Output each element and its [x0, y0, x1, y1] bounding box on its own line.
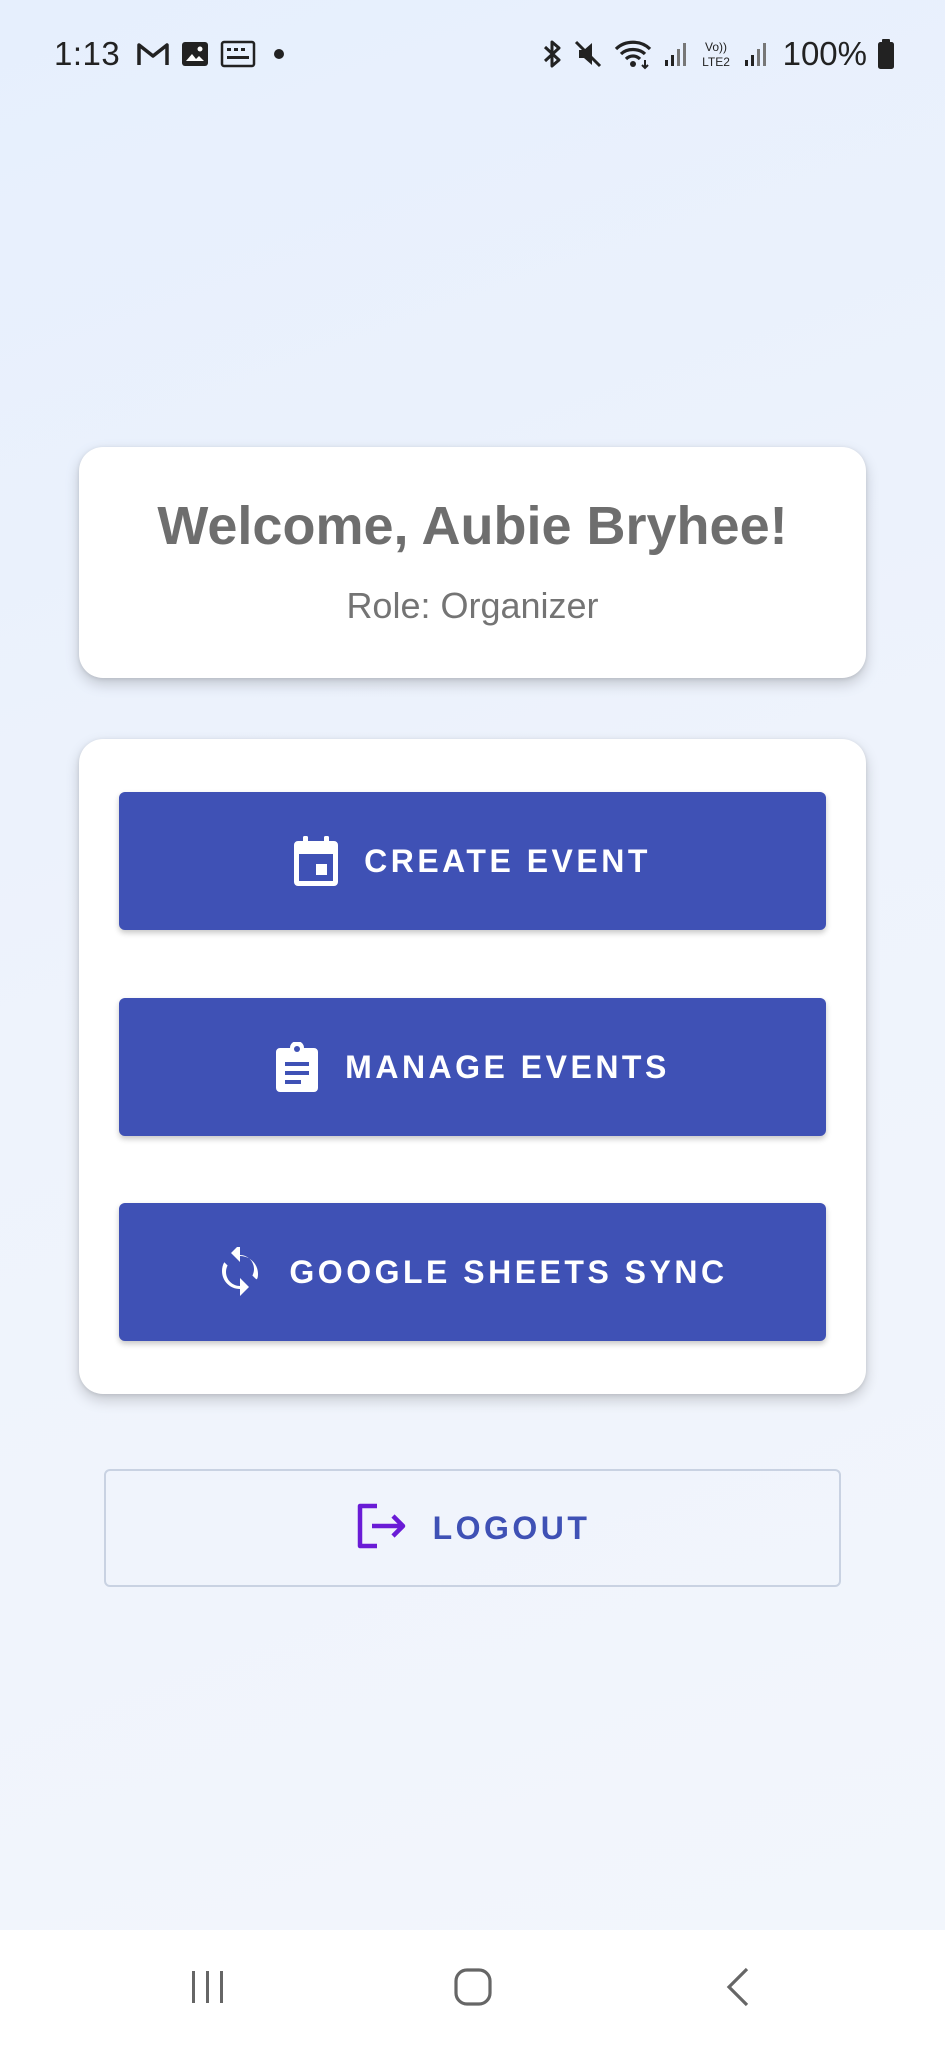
sync-icon — [217, 1247, 263, 1297]
recents-button[interactable] — [148, 1930, 268, 2048]
manage-events-label: MANAGE EVENTS — [345, 1048, 670, 1085]
back-button[interactable] — [678, 1930, 798, 2048]
status-right: Vo)) LTE2 100% — [541, 35, 895, 73]
mute-icon — [573, 38, 603, 70]
gmail-icon — [136, 41, 170, 67]
home-button[interactable] — [413, 1930, 533, 2048]
signal-icon — [663, 40, 689, 68]
svg-text:Vo)): Vo)) — [705, 40, 727, 54]
logout-label: LOGOUT — [432, 1509, 591, 1546]
manage-events-button[interactable]: MANAGE EVENTS — [119, 998, 826, 1136]
bluetooth-icon — [541, 38, 563, 70]
logout-button[interactable]: LOGOUT — [104, 1469, 841, 1587]
welcome-title: Welcome, Aubie Bryhee! — [157, 496, 788, 556]
battery-icon — [877, 38, 895, 70]
svg-text:LTE2: LTE2 — [702, 55, 730, 69]
gallery-icon — [180, 40, 210, 68]
signal-icon — [743, 40, 769, 68]
battery-percent: 100% — [782, 35, 867, 72]
clipboard-icon — [275, 1042, 319, 1092]
google-sheets-sync-label: GOOGLE SHEETS SYNC — [289, 1253, 728, 1290]
home-icon — [453, 1967, 493, 2012]
actions-card: CREATE EVENT MANAGE EVENTS GOOGLE SHEETS… — [79, 739, 866, 1394]
navigation-bar — [0, 1930, 945, 2048]
volte-icon: Vo)) LTE2 — [699, 38, 733, 70]
screenshot-icon — [220, 40, 256, 68]
wifi-icon — [613, 38, 653, 70]
notification-dot — [274, 49, 285, 59]
recents-icon — [188, 1969, 228, 2010]
welcome-card: Welcome, Aubie Bryhee! Role: Organizer — [79, 447, 866, 678]
status-time: 1:13 — [54, 35, 121, 72]
status-bar: 1:13 Vo)) LTE2 100% — [0, 0, 945, 108]
back-icon — [723, 1965, 753, 2014]
google-sheets-sync-button[interactable]: GOOGLE SHEETS SYNC — [119, 1203, 826, 1341]
status-left: 1:13 — [54, 35, 285, 73]
create-event-button[interactable]: CREATE EVENT — [119, 792, 826, 930]
create-event-label: CREATE EVENT — [364, 842, 651, 879]
role-label: Role: Organizer — [346, 585, 599, 626]
calendar-icon — [294, 836, 339, 886]
logout-icon — [355, 1503, 407, 1554]
